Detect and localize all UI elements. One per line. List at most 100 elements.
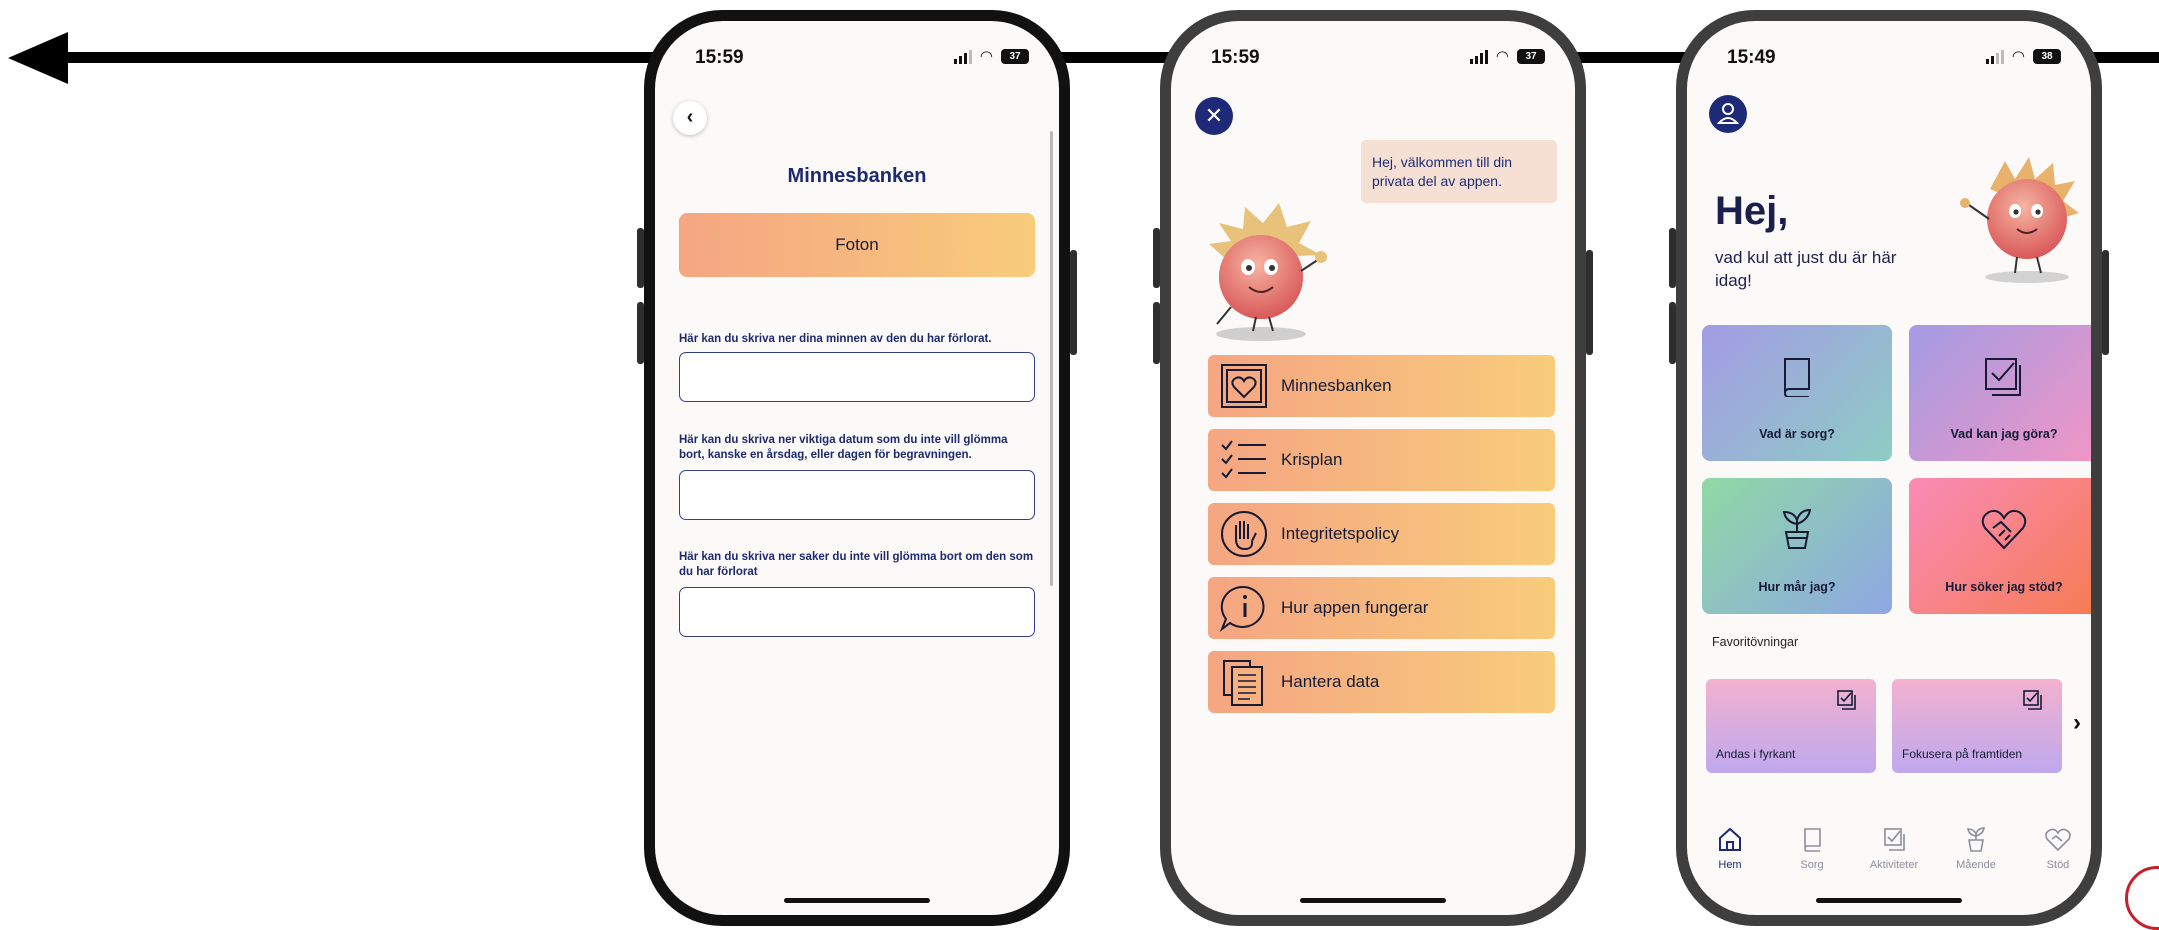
favorite-label: Fokusera på framtiden — [1902, 747, 2023, 761]
page-title: Minnesbanken — [787, 165, 927, 187]
tab-stod[interactable]: Stöd — [2018, 826, 2091, 871]
phone-side-button — [1153, 228, 1160, 288]
phone-frame-minnesbanken: 15:59 ◠ 37 ‹ Minnesbanken Foton Här kan … — [644, 10, 1070, 926]
menu-item-label: Integritetspolicy — [1281, 524, 1400, 543]
tile-hur-soker-jag-stod[interactable]: Hur söker jag stöd? — [1909, 478, 2091, 614]
greeting-title: Hej, — [1715, 189, 1789, 233]
signal-icon — [953, 49, 972, 64]
checkbox-stack-icon — [1985, 358, 2021, 396]
signal-icon — [1469, 49, 1488, 64]
tile-label: Vad är sorg? — [1759, 427, 1835, 441]
mascot-illustration — [1209, 203, 1327, 341]
phone-side-button — [1153, 302, 1160, 364]
scrollbar[interactable] — [1050, 131, 1053, 586]
menu-item-label: Hur appen fungerar — [1281, 598, 1429, 617]
menu-item-krisplan[interactable]: Krisplan — [1208, 429, 1555, 491]
things-field-label: Här kan du skriva ner saker du inte vill… — [679, 551, 1034, 578]
photos-button[interactable]: Foton — [679, 213, 1035, 277]
bottom-tab-bar: Hem Sorg Aktiviteter Mående Stöd — [1687, 826, 2091, 886]
favorite-label: Andas i fyrkant — [1716, 747, 1796, 761]
status-bar: 15:59 ◠ 37 — [695, 47, 1029, 71]
greeting-subtitle: vad kul att just du är här idag! — [1715, 248, 1897, 290]
university-seal-logo — [2125, 866, 2159, 930]
tab-aktiviteter[interactable]: Aktiviteter — [1854, 826, 1934, 871]
home-indicator[interactable] — [784, 898, 930, 903]
memories-field-label: Här kan du skriva ner dina minnen av den… — [679, 333, 992, 345]
tile-vad-kan-jag-gora[interactable]: Vad kan jag göra? — [1909, 325, 2091, 461]
close-button[interactable]: ✕ — [1195, 97, 1233, 135]
battery-indicator: 37 — [1517, 49, 1545, 64]
status-time: 15:59 — [695, 47, 744, 68]
menu-item-minnesbanken[interactable]: Minnesbanken — [1208, 355, 1555, 417]
menu-item-label: Krisplan — [1281, 450, 1343, 469]
back-button[interactable]: ‹ — [673, 101, 707, 135]
book-icon — [1784, 358, 1810, 397]
wifi-icon: ◠ — [2011, 47, 2025, 65]
menu-item-label: Hantera data — [1281, 672, 1380, 691]
wifi-icon: ◠ — [1495, 47, 1509, 65]
battery-indicator: 37 — [1001, 49, 1029, 64]
chevron-right-icon[interactable]: › — [2073, 709, 2081, 737]
favorite-card-fokusera-pa-framtiden[interactable]: Fokusera på framtiden — [1892, 679, 2062, 773]
tab-sorg[interactable]: Sorg — [1772, 826, 1852, 871]
tab-label: Mående — [1956, 859, 1996, 871]
chevron-left-icon: ‹ — [686, 106, 694, 128]
tab-label: Sorg — [1800, 859, 1824, 871]
tile-label: Hur söker jag stöd? — [1945, 580, 2063, 594]
phone-side-button — [1586, 250, 1593, 355]
dates-field-label: Här kan du skriva ner viktiga datum som … — [679, 434, 1008, 461]
hand-icon — [1221, 511, 1267, 557]
menu-item-hantera-data[interactable]: Hantera data — [1208, 651, 1555, 713]
checklist-icon — [1221, 440, 1266, 479]
welcome-speech-bubble: Hej, välkommen till din privata del av a… — [1361, 140, 1557, 203]
battery-indicator: 38 — [2033, 49, 2061, 64]
tile-label: Vad kan jag göra? — [1950, 427, 2058, 441]
wifi-icon: ◠ — [979, 47, 993, 65]
home-indicator[interactable] — [1816, 898, 1962, 903]
info-bubble-icon — [1219, 585, 1265, 632]
home-icon — [1719, 827, 1741, 851]
flow-arrow-head-icon — [8, 32, 68, 84]
handshake-heart-icon — [2045, 828, 2071, 852]
tab-label: Hem — [1718, 859, 1742, 871]
tab-label: Aktiviteter — [1869, 859, 1919, 871]
profile-button[interactable] — [1709, 95, 1747, 133]
status-time: 15:59 — [1211, 47, 1260, 68]
phone-frame-home: 15:49 ◠ 38 Hej, vad kul att just du är h… — [1676, 10, 2102, 926]
handshake-heart-icon — [1981, 509, 2027, 550]
minnesbanken-screen: 15:59 ◠ 37 ‹ Minnesbanken Foton Här kan … — [655, 21, 1059, 915]
menu-item-hur-appen-fungerar[interactable]: Hur appen fungerar — [1208, 577, 1555, 639]
close-icon: ✕ — [1204, 103, 1224, 128]
private-menu-screen: 15:59 ◠ 37 ✕ Hej, välkommen till din pri… — [1171, 21, 1575, 915]
documents-icon — [1223, 660, 1263, 706]
phone-side-button — [1669, 302, 1676, 364]
tile-vad-ar-sorg[interactable]: Vad är sorg? — [1702, 325, 1892, 461]
status-bar: 15:49 ◠ 38 — [1727, 47, 2061, 71]
tile-label: Hur mår jag? — [1758, 580, 1836, 594]
heart-frame-icon — [1221, 364, 1267, 408]
phone-frame-menu: 15:59 ◠ 37 ✕ Hej, välkommen till din pri… — [1160, 10, 1586, 926]
home-indicator[interactable] — [1300, 898, 1446, 903]
status-time: 15:49 — [1727, 47, 1776, 68]
status-bar: 15:59 ◠ 37 — [1211, 47, 1545, 71]
tab-maende[interactable]: Mående — [1936, 826, 2016, 871]
phone-side-button — [637, 302, 644, 364]
favorites-heading: Favoritövningar — [1712, 635, 1799, 649]
tab-label: Stöd — [2046, 859, 2070, 871]
memories-input[interactable] — [679, 352, 1035, 402]
phone-side-button — [1669, 228, 1676, 288]
tab-hem[interactable]: Hem — [1690, 826, 1770, 871]
mascot-illustration — [1960, 157, 2079, 283]
phone-side-button — [1070, 250, 1077, 355]
signal-icon — [1985, 49, 2004, 64]
plant-icon — [1967, 827, 1985, 852]
favorite-card-andas-i-fyrkant[interactable]: Andas i fyrkant — [1706, 679, 1876, 773]
menu-item-label: Minnesbanken — [1281, 376, 1392, 395]
tile-hur-mar-jag[interactable]: Hur mår jag? — [1702, 478, 1892, 614]
checkbox-icon — [1837, 690, 1856, 710]
dates-input[interactable] — [679, 470, 1035, 520]
checkbox-icon — [1884, 828, 1905, 851]
menu-item-integritetspolicy[interactable]: Integritetspolicy — [1208, 503, 1555, 565]
phone-side-button — [637, 228, 644, 288]
things-input[interactable] — [679, 587, 1035, 637]
